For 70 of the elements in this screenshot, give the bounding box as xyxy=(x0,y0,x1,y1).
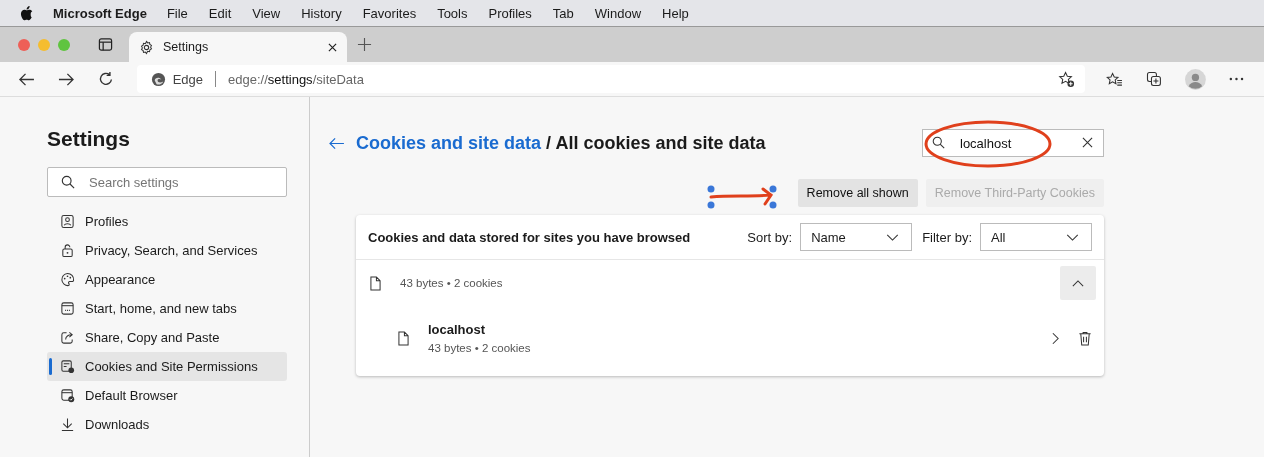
profile-avatar-icon[interactable] xyxy=(1185,68,1207,90)
breadcrumb-link[interactable]: Cookies and site data xyxy=(356,132,542,154)
file-icon xyxy=(398,330,409,346)
sidebar-item[interactable]: Privacy, Search, and Services xyxy=(47,236,287,265)
menu-item[interactable]: Tools xyxy=(437,5,468,21)
refresh-icon[interactable] xyxy=(97,71,114,87)
browser-tab[interactable]: Settings xyxy=(129,32,347,62)
apple-logo-icon[interactable] xyxy=(20,5,33,21)
sidebar-title: Settings xyxy=(47,127,131,151)
clear-icon[interactable] xyxy=(1082,137,1093,148)
lock-icon xyxy=(60,243,75,258)
site-name[interactable]: localhost xyxy=(428,322,1033,337)
filter-dropdown[interactable]: All xyxy=(980,223,1092,251)
trash-icon[interactable] xyxy=(1078,330,1092,346)
group-summary: 43 bytes • 2 cookies xyxy=(400,277,504,289)
share-icon xyxy=(60,330,75,345)
app-name[interactable]: Microsoft Edge xyxy=(53,5,147,21)
site-summary: 43 bytes • 2 cookies xyxy=(428,342,532,354)
search-field[interactable]: localhost xyxy=(922,129,1104,157)
search-icon xyxy=(932,136,945,149)
search-field[interactable]: Search settings xyxy=(47,167,287,197)
browser-check-icon xyxy=(60,388,75,403)
profile-card-icon xyxy=(60,214,75,229)
menu-item[interactable]: Help xyxy=(662,5,689,21)
sidebar-item[interactable]: Appearance xyxy=(47,265,287,294)
menu-item[interactable]: Favorites xyxy=(362,5,417,21)
more-icon[interactable] xyxy=(1229,77,1244,81)
remove-all-button[interactable]: Remove all shown xyxy=(797,179,918,207)
sidebar-item[interactable]: Cookies and Site Permissions xyxy=(47,352,287,381)
sort-dropdown[interactable]: Name xyxy=(800,223,913,251)
window-gear-icon xyxy=(60,359,75,374)
collections-icon[interactable] xyxy=(1146,71,1163,87)
menu-item[interactable]: File xyxy=(166,5,188,21)
menu-item[interactable]: Edit xyxy=(208,5,232,21)
settings-icon xyxy=(139,39,154,55)
add-favorite-icon[interactable] xyxy=(1058,70,1076,88)
edge-logo-icon xyxy=(150,71,166,87)
sidebar-item[interactable]: Default Browser xyxy=(47,381,287,410)
menu-item[interactable]: Tab xyxy=(552,5,574,21)
favorites-icon[interactable] xyxy=(1106,71,1124,87)
sidebar-item[interactable]: Profiles xyxy=(47,207,287,236)
page-heading: / All cookies and site data xyxy=(546,132,767,154)
window-icon xyxy=(60,301,75,316)
chevron-down-icon xyxy=(886,233,900,241)
new-tab-icon[interactable] xyxy=(357,37,372,52)
filter-label: Filter by: xyxy=(922,229,972,245)
search-icon xyxy=(61,175,75,189)
back-arrow-icon[interactable] xyxy=(18,71,35,87)
download-icon xyxy=(60,417,75,432)
sort-label: Sort by: xyxy=(747,229,793,245)
sidebar-item[interactable]: Downloads xyxy=(47,410,287,439)
sidebar-item[interactable]: Share, Copy and Paste xyxy=(47,323,287,352)
menu-item[interactable]: Profiles xyxy=(488,5,532,21)
menu-item[interactable]: History xyxy=(301,5,342,21)
palette-icon xyxy=(60,272,75,287)
chevron-up-icon xyxy=(1072,279,1084,287)
site-label: Edge xyxy=(172,71,204,87)
close-icon[interactable] xyxy=(328,42,337,52)
sidebar-item[interactable]: Start, home, and new tabs xyxy=(47,294,287,323)
chevron-down-icon xyxy=(1066,233,1079,241)
forward-arrow-icon[interactable] xyxy=(57,71,75,87)
card-title: Cookies and data stored for sites you have browsed xyxy=(368,229,692,245)
tab-actions-icon[interactable] xyxy=(98,37,113,52)
annotation-arrow-drawing xyxy=(707,185,779,209)
chevron-right-icon[interactable] xyxy=(1052,331,1059,345)
url-text: edge://settings/siteData xyxy=(228,71,365,87)
file-icon xyxy=(370,275,381,291)
address-bar[interactable]: Edge edge://settings/siteData xyxy=(136,65,1086,93)
menu-item[interactable]: Window xyxy=(594,5,642,21)
menu-item[interactable]: View xyxy=(252,5,281,21)
